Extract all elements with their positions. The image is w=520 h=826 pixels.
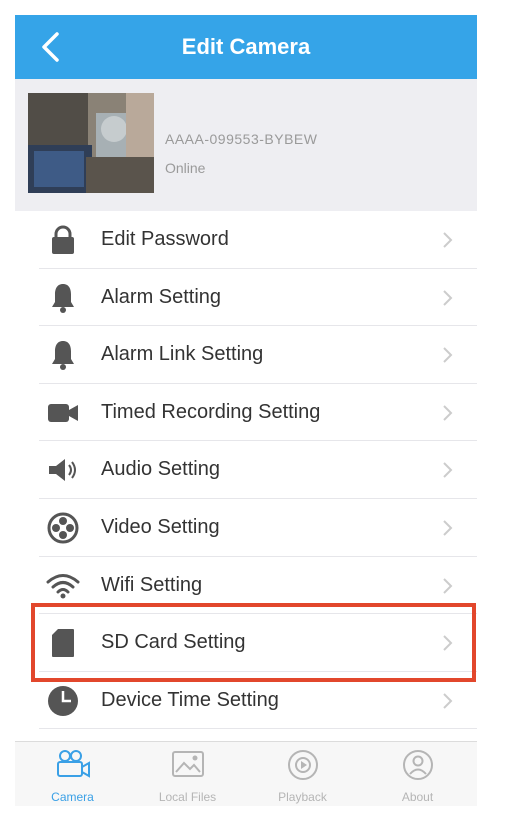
menu-item-label: Timed Recording Setting [101, 400, 321, 423]
playback-icon [288, 750, 318, 780]
menu-item-alarm-link-setting[interactable]: Alarm Link Setting [15, 326, 477, 384]
chevron-right-icon [443, 693, 453, 709]
tab-label: Local Files [158, 790, 217, 804]
chevron-right-icon [443, 289, 453, 306]
film-reel-icon [46, 512, 80, 544]
camera-status: Online [165, 160, 206, 176]
menu-item-label: Video Setting [101, 515, 220, 538]
speaker-icon [46, 454, 80, 486]
camera-id: AAAA-099553-BYBEW [165, 131, 318, 147]
bell-icon [46, 282, 80, 314]
chevron-right-icon [443, 232, 453, 248]
tab-camera[interactable]: Camera [15, 742, 130, 806]
video-camera-icon [46, 397, 80, 429]
menu-item-audio-setting[interactable]: Audio Setting [15, 441, 477, 499]
app-screen: Edit Camera AAAA-099553-BYBEW Online Edi… [15, 15, 477, 806]
tab-label: Camera [51, 790, 94, 804]
menu-item-video-setting[interactable]: Video Setting [15, 498, 477, 557]
tab-local-files[interactable]: Local Files [130, 742, 245, 806]
menu-item-label: Alarm Link Setting [101, 343, 264, 366]
person-icon [403, 750, 433, 780]
menu-item-label: Audio Setting [101, 458, 220, 481]
back-button[interactable] [33, 29, 69, 65]
tab-label: About [401, 790, 434, 804]
chevron-right-icon [443, 577, 453, 594]
tab-label: Playback [278, 790, 327, 804]
nav-bar: Edit Camera [15, 15, 477, 79]
clock-icon [46, 685, 80, 717]
bell-icon [46, 339, 80, 371]
menu-item-label: Alarm Setting [101, 285, 222, 308]
tab-about[interactable]: About [360, 742, 475, 806]
tab-playback[interactable]: Playback [245, 742, 360, 806]
menu-item-timed-recording-setting[interactable]: Timed Recording Setting [15, 383, 477, 442]
lock-icon [46, 224, 80, 256]
chevron-right-icon [443, 347, 453, 363]
chevron-right-icon [443, 520, 453, 536]
wifi-icon [46, 570, 80, 602]
camera-thumbnail [28, 93, 154, 193]
menu-item-alarm-setting[interactable]: Alarm Setting [15, 268, 477, 327]
highlight-box [31, 603, 476, 682]
chevron-right-icon [443, 405, 453, 421]
image-icon [172, 751, 204, 777]
camera-card[interactable]: AAAA-099553-BYBEW Online [15, 79, 477, 212]
menu-item-edit-password[interactable]: Edit Password [15, 211, 477, 269]
page-title: Edit Camera [181, 34, 311, 59]
tab-bar: Camera Local Files Playback About [15, 741, 477, 806]
chevron-right-icon [443, 462, 453, 479]
menu-item-label: Edit Password [101, 228, 229, 250]
camera-icon [57, 750, 90, 778]
